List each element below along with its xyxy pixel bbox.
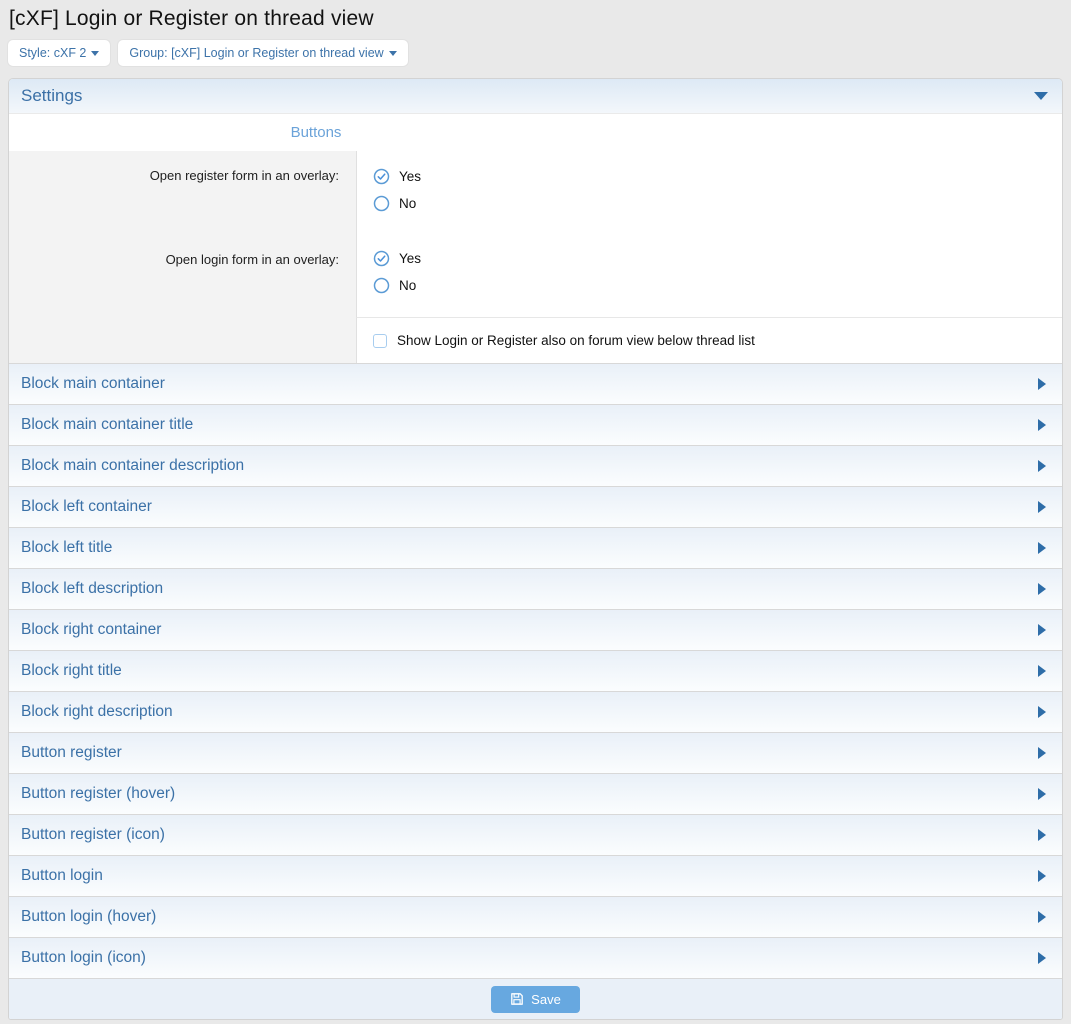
section-title: Button register (hover) — [21, 785, 175, 803]
section-header-block-right-title[interactable]: Block right title — [9, 650, 1062, 691]
field-label-register-overlay: Open register form in an overlay: — [9, 151, 356, 235]
section-title: Button register (icon) — [21, 826, 165, 844]
radio-checked-icon — [373, 250, 390, 267]
section-title: Button login — [21, 867, 103, 885]
chevron-right-icon — [1038, 419, 1046, 431]
section-header-button-login[interactable]: Button login — [9, 855, 1062, 896]
radio-register-overlay-no[interactable]: No — [373, 190, 1062, 217]
section-title: Button login (hover) — [21, 908, 156, 926]
floppy-disk-icon — [510, 992, 524, 1006]
section-title: Block main container — [21, 375, 165, 393]
checkbox-show-on-forum-view[interactable]: Show Login or Register also on forum vie… — [373, 333, 1062, 348]
radio-unchecked-icon — [373, 195, 390, 212]
chevron-right-icon — [1038, 542, 1046, 554]
checkbox-label: Show Login or Register also on forum vie… — [397, 333, 755, 348]
section-title: Block right container — [21, 621, 161, 639]
section-title: Block left container — [21, 498, 152, 516]
chevron-right-icon — [1038, 624, 1046, 636]
group-dropdown-label: Group: [cXF] Login or Register on thread… — [129, 46, 383, 60]
chevron-right-icon — [1038, 952, 1046, 964]
section-header-block-main-container[interactable]: Block main container — [9, 363, 1062, 404]
style-dropdown-button[interactable]: Style: cXF 2 — [8, 40, 110, 66]
style-dropdown-label: Style: cXF 2 — [19, 46, 86, 60]
chevron-down-icon — [91, 51, 99, 56]
section-header-settings[interactable]: Settings — [9, 79, 1062, 113]
section-title: Block left title — [21, 539, 112, 557]
chevron-right-icon — [1038, 460, 1046, 472]
chevron-right-icon — [1038, 747, 1046, 759]
section-header-button-register-hover[interactable]: Button register (hover) — [9, 773, 1062, 814]
section-header-block-left-container[interactable]: Block left container — [9, 486, 1062, 527]
radio-register-overlay-yes[interactable]: Yes — [373, 163, 1062, 190]
chevron-down-icon — [1034, 92, 1048, 100]
section-header-block-main-container-title[interactable]: Block main container title — [9, 404, 1062, 445]
section-title: Block main container description — [21, 457, 244, 475]
section-title: Button login (icon) — [21, 949, 146, 967]
toolbar: Style: cXF 2 Group: [cXF] Login or Regis… — [8, 40, 1063, 66]
section-header-block-main-container-description[interactable]: Block main container description — [9, 445, 1062, 486]
section-title: Settings — [21, 86, 82, 106]
page-title: [cXF] Login or Register on thread view — [8, 0, 1063, 40]
chevron-right-icon — [1038, 378, 1046, 390]
chevron-right-icon — [1038, 665, 1046, 677]
panel-footer: Save — [9, 978, 1062, 1019]
group-subheading: Buttons — [9, 124, 623, 141]
radio-checked-icon — [373, 168, 390, 185]
chevron-right-icon — [1038, 870, 1046, 882]
section-header-block-left-title[interactable]: Block left title — [9, 527, 1062, 568]
radio-option-label: No — [399, 196, 416, 211]
section-title: Block right title — [21, 662, 122, 680]
style-properties-panel: Settings Buttons Open register form in a… — [8, 78, 1063, 1020]
section-title: Block left description — [21, 580, 163, 598]
field-label-empty — [9, 317, 356, 363]
section-title: Block main container title — [21, 416, 193, 434]
radio-login-overlay-yes[interactable]: Yes — [373, 245, 1062, 272]
field-control-register-overlay: Yes No — [356, 151, 1062, 235]
field-control-forum-view: Show Login or Register also on forum vie… — [356, 317, 1062, 363]
save-button-label: Save — [531, 992, 561, 1007]
chevron-right-icon — [1038, 583, 1046, 595]
radio-option-label: Yes — [399, 251, 421, 266]
section-header-button-login-hover[interactable]: Button login (hover) — [9, 896, 1062, 937]
field-control-login-overlay: Yes No — [356, 235, 1062, 317]
section-header-button-register-icon[interactable]: Button register (icon) — [9, 814, 1062, 855]
chevron-right-icon — [1038, 706, 1046, 718]
chevron-down-icon — [389, 51, 397, 56]
section-header-block-right-description[interactable]: Block right description — [9, 691, 1062, 732]
subheading-row: Buttons — [9, 113, 1062, 151]
save-button[interactable]: Save — [491, 986, 580, 1013]
section-header-block-right-container[interactable]: Block right container — [9, 609, 1062, 650]
section-header-button-register[interactable]: Button register — [9, 732, 1062, 773]
section-header-block-left-description[interactable]: Block left description — [9, 568, 1062, 609]
chevron-right-icon — [1038, 911, 1046, 923]
section-title: Button register — [21, 744, 122, 762]
radio-login-overlay-no[interactable]: No — [373, 272, 1062, 299]
radio-unchecked-icon — [373, 277, 390, 294]
checkbox-unchecked-icon — [373, 334, 387, 348]
section-title: Block right description — [21, 703, 173, 721]
chevron-right-icon — [1038, 788, 1046, 800]
radio-option-label: No — [399, 278, 416, 293]
group-dropdown-button[interactable]: Group: [cXF] Login or Register on thread… — [118, 40, 407, 66]
field-label-login-overlay: Open login form in an overlay: — [9, 235, 356, 317]
chevron-right-icon — [1038, 501, 1046, 513]
radio-option-label: Yes — [399, 169, 421, 184]
section-header-button-login-icon[interactable]: Button login (icon) — [9, 937, 1062, 978]
settings-form: Open register form in an overlay: Yes N — [9, 151, 1062, 363]
chevron-right-icon — [1038, 829, 1046, 841]
